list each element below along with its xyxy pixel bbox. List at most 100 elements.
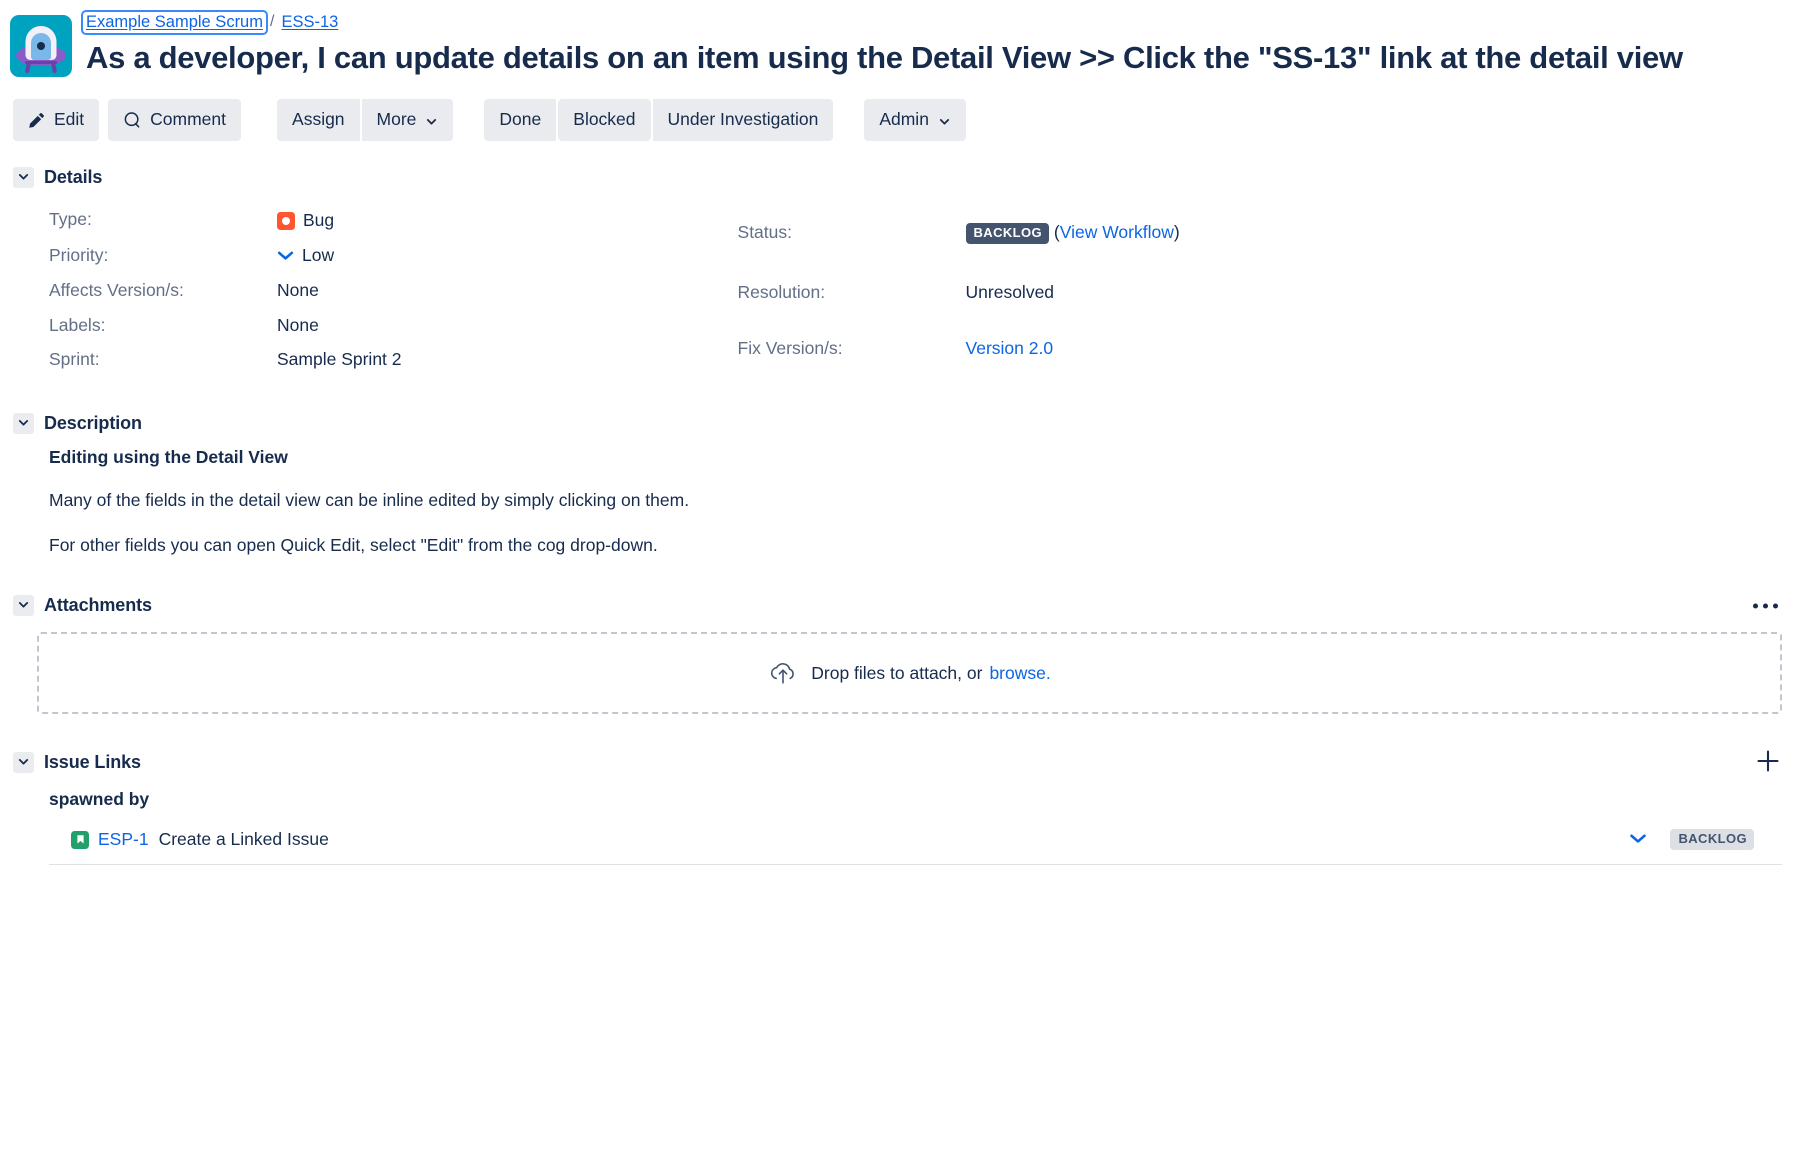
workflow-transition-group: Done Blocked Under Investigation: [484, 99, 834, 141]
breadcrumb-issue-key-link[interactable]: ESS-13: [281, 14, 338, 31]
detail-row-resolution: Resolution: Unresolved: [738, 264, 1180, 321]
description-section: Description Editing using the Detail Vie…: [10, 413, 1782, 557]
detail-label-status: Status:: [737, 222, 792, 243]
linked-issue-meta: BACKLOG: [1629, 829, 1778, 851]
status-badge: BACKLOG: [965, 222, 1050, 244]
cloud-upload-icon: [768, 660, 798, 686]
comment-button[interactable]: Comment: [108, 99, 242, 141]
view-workflow-link[interactable]: View Workflow: [1060, 222, 1174, 242]
details-fields-wrapper: Type: Bug Priority: Low Affects Version/…: [13, 202, 1782, 377]
add-issue-link-button[interactable]: [1754, 749, 1782, 777]
detail-label-labels: Labels:: [49, 314, 106, 335]
ufo-foot-shape: [25, 61, 57, 64]
edit-button-label: Edit: [54, 109, 85, 130]
header-text-block: Example Sample Scrum / ESS-13 As a devel…: [81, 10, 1782, 77]
chevron-down-icon: [17, 416, 30, 432]
detail-value-type-text: Bug: [303, 209, 335, 230]
description-paragraph: For other fields you can open Quick Edit…: [49, 534, 658, 555]
details-right-column: Status: BACKLOG (View Workflow) Resoluti…: [738, 202, 1180, 377]
detail-value-affects-version[interactable]: None: [277, 274, 402, 309]
detail-value-labels[interactable]: None: [277, 308, 402, 343]
issue-links-body: spawned by ESP-1 Create a Linked Issue B…: [13, 789, 1782, 866]
comment-icon: [123, 111, 141, 129]
detail-label-affects-version: Affects Version/s:: [49, 280, 184, 301]
under-investigation-transition-button[interactable]: Under Investigation: [652, 99, 834, 141]
linked-issue-key-link[interactable]: ESP-1: [98, 829, 149, 850]
attachments-collapse-toggle[interactable]: [13, 595, 34, 617]
comment-button-label: Comment: [150, 109, 227, 130]
issue-detail-page: Example Sample Scrum / ESS-13 As a devel…: [0, 0, 1800, 1156]
chevron-down-icon: [17, 598, 30, 614]
done-transition-button[interactable]: Done: [484, 99, 557, 141]
edit-button[interactable]: Edit: [13, 99, 100, 141]
detail-row-sprint: Sprint: Sample Sprint 2: [49, 343, 402, 378]
admin-dropdown-button[interactable]: Admin: [864, 99, 966, 141]
attachments-section-title: Attachments: [44, 595, 152, 616]
detail-label-resolution: Resolution:: [737, 281, 826, 302]
priority-low-icon: [1629, 829, 1647, 850]
plus-icon: [1755, 748, 1781, 777]
paren-close: ): [1173, 221, 1180, 242]
issue-link-relation-label: spawned by: [49, 789, 150, 810]
detail-value-priority-text: Low: [302, 244, 335, 265]
chevron-down-icon: [17, 755, 30, 771]
detail-value-type[interactable]: Bug: [277, 202, 402, 238]
detail-row-priority: Priority: Low: [49, 238, 402, 274]
breadcrumb-separator: /: [269, 13, 275, 31]
breadcrumb: Example Sample Scrum / ESS-13: [81, 10, 1782, 35]
details-section-header: Details: [13, 167, 1782, 188]
issue-header: Example Sample Scrum / ESS-13 As a devel…: [10, 8, 1782, 77]
issue-links-section: Issue Links spawned by ESP-1 Create a Li: [10, 750, 1782, 866]
detail-row-status: Status: BACKLOG (View Workflow): [738, 202, 1180, 264]
description-paragraph: Many of the fields in the detail view ca…: [49, 490, 690, 510]
pencil-icon: [28, 112, 45, 129]
attachment-dropzone[interactable]: Drop files to attach, or browse.: [37, 632, 1782, 715]
detail-row-labels: Labels: None: [49, 308, 402, 343]
more-dropdown-button[interactable]: More: [361, 99, 454, 141]
attachments-more-options-icon[interactable]: [1749, 597, 1782, 614]
done-button-label: Done: [499, 109, 542, 130]
detail-label-type: Type:: [49, 209, 92, 230]
details-left-column: Type: Bug Priority: Low Affects Version/…: [49, 202, 402, 377]
linked-issue-summary[interactable]: Create a Linked Issue: [159, 829, 329, 850]
detail-row-fix-version: Fix Version/s: Version 2.0: [738, 321, 1180, 378]
bug-type-icon: [277, 211, 295, 230]
issue-action-toolbar: Edit Comment Assign More Done Blocked Un…: [10, 99, 1782, 141]
dropzone-text: Drop files to attach, or: [811, 662, 983, 683]
chevron-down-icon: [425, 114, 438, 127]
detail-value-fix-version[interactable]: Version 2.0: [966, 321, 1180, 378]
blocked-transition-button[interactable]: Blocked: [558, 99, 651, 141]
description-body[interactable]: Editing using the Detail View Many of th…: [13, 446, 1513, 557]
description-heading: Editing using the Detail View: [49, 447, 288, 468]
assign-button-label: Assign: [292, 109, 345, 130]
description-section-title: Description: [44, 413, 142, 434]
attachments-section: Attachments Drop files to attach, or bro…: [10, 595, 1782, 715]
detail-value-sprint[interactable]: Sample Sprint 2: [277, 343, 402, 378]
description-section-header: Description: [13, 413, 1782, 435]
linked-issue-status-badge: BACKLOG: [1670, 829, 1754, 851]
admin-button-label: Admin: [879, 109, 929, 130]
detail-label-sprint: Sprint:: [49, 349, 100, 370]
detail-value-priority[interactable]: Low: [277, 238, 402, 274]
issue-links-section-header: Issue Links: [13, 750, 1782, 774]
details-collapse-toggle[interactable]: [13, 167, 34, 188]
under-investigation-button-label: Under Investigation: [667, 109, 819, 130]
issue-links-collapse-toggle[interactable]: [13, 752, 34, 774]
details-section-title: Details: [44, 167, 103, 187]
browse-files-link[interactable]: browse.: [989, 663, 1050, 684]
breadcrumb-project-link[interactable]: Example Sample Scrum: [81, 10, 268, 35]
issue-links-section-title: Issue Links: [44, 752, 141, 773]
story-icon: [71, 830, 89, 849]
priority-low-icon: [277, 249, 294, 262]
detail-label-priority: Priority:: [49, 245, 109, 266]
more-button-label: More: [376, 109, 417, 130]
fix-version-link[interactable]: Version 2.0: [966, 338, 1054, 358]
chevron-down-icon: [17, 170, 30, 186]
detail-row-type: Type: Bug: [49, 202, 402, 238]
assign-button[interactable]: Assign: [277, 99, 360, 141]
detail-value-resolution[interactable]: Unresolved: [966, 264, 1180, 321]
description-collapse-toggle[interactable]: [13, 413, 34, 435]
chevron-down-icon: [938, 114, 951, 127]
detail-label-fix-version: Fix Version/s:: [737, 338, 843, 359]
detail-value-status: BACKLOG (View Workflow): [965, 202, 1180, 264]
